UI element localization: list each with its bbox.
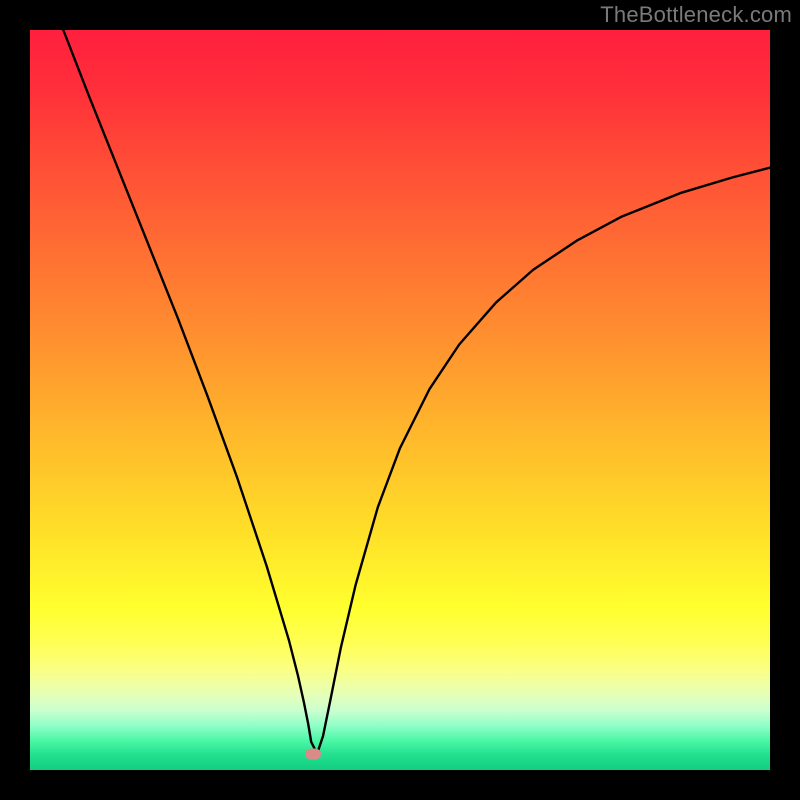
- watermark-text: TheBottleneck.com: [600, 2, 792, 28]
- plot-area: [30, 30, 770, 770]
- optimal-point-marker: [305, 749, 321, 760]
- chart-frame: TheBottleneck.com: [0, 0, 800, 800]
- curve-svg: [30, 30, 770, 770]
- bottleneck-curve: [63, 30, 770, 754]
